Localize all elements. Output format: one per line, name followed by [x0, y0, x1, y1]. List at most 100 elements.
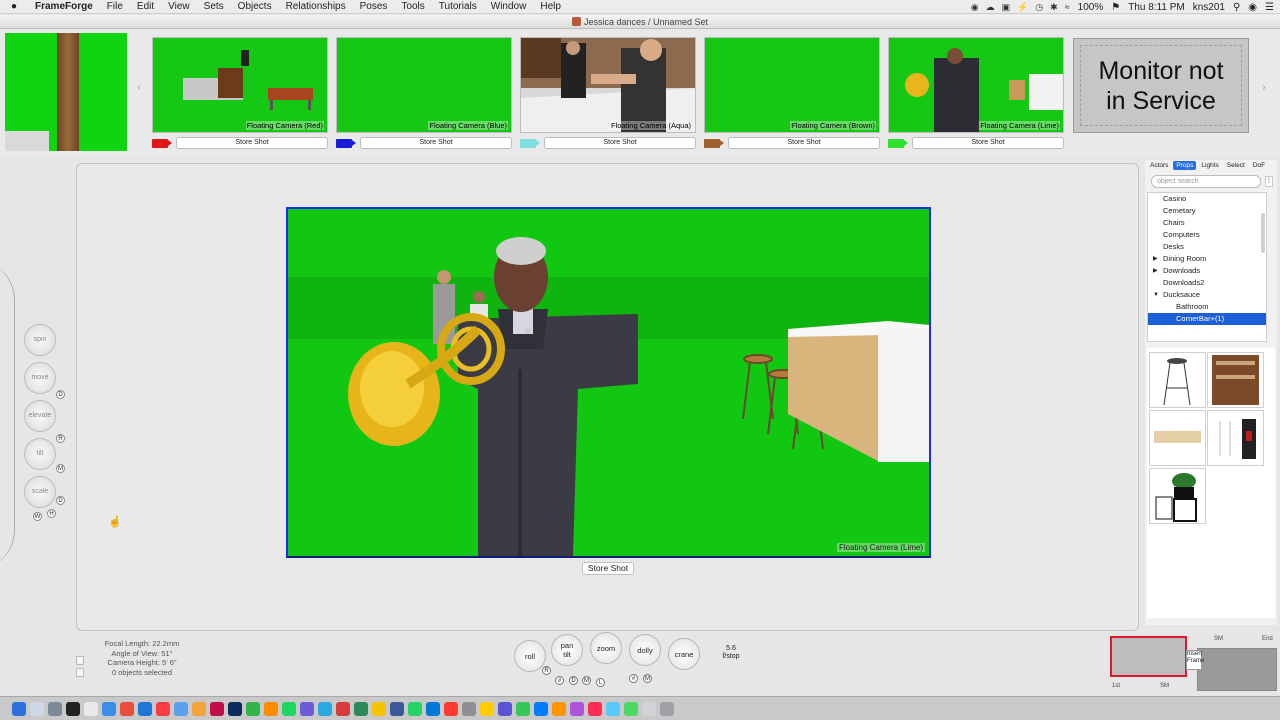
insert-frame-button[interactable]: Insert Frame [1186, 650, 1204, 670]
scale-dial[interactable]: scale [24, 476, 56, 508]
battery-percent[interactable]: 100% [1078, 2, 1104, 13]
tab-props[interactable]: Props [1173, 161, 1197, 170]
store-shot-button[interactable]: Store Shot [360, 137, 512, 149]
storyboard-frame-2[interactable] [1197, 648, 1277, 691]
scroll-left-icon[interactable]: ‹ [134, 82, 144, 96]
camera-color-blue-icon[interactable] [336, 139, 356, 148]
finder-icon[interactable] [12, 701, 26, 716]
app-icon[interactable] [174, 701, 188, 716]
disclosure-down-icon[interactable]: ▼ [1153, 289, 1159, 301]
app-icon[interactable] [606, 701, 620, 716]
store-shot-button[interactable]: Store Shot [728, 137, 880, 149]
app-icon[interactable] [498, 701, 512, 716]
menu-objects[interactable]: Objects [231, 1, 279, 12]
menu-file[interactable]: File [100, 1, 130, 12]
menu-window[interactable]: Window [484, 1, 534, 12]
move-d-toggle[interactable]: D [56, 390, 65, 399]
trash-icon[interactable] [660, 701, 674, 716]
prop-counter[interactable] [1149, 410, 1206, 466]
zoom-dial[interactable]: zoom [590, 632, 622, 664]
app-icon[interactable] [372, 701, 386, 716]
pan-hash-toggle[interactable]: # [555, 676, 564, 685]
tab-actors[interactable]: Actors [1147, 161, 1171, 170]
app-icon[interactable] [534, 701, 548, 716]
tree-item-dining-room[interactable]: ▶ Dining Room [1148, 253, 1266, 265]
camera-color-lime-icon[interactable] [888, 139, 908, 148]
roll-dial[interactable]: roll [514, 640, 546, 672]
app-icon[interactable] [192, 701, 206, 716]
app-icon[interactable] [336, 701, 350, 716]
display-icon[interactable]: ▣ [1002, 2, 1011, 13]
app-icon[interactable] [84, 701, 98, 716]
chrome-icon[interactable] [120, 701, 134, 716]
disclosure-right-icon[interactable]: ▶ [1153, 265, 1158, 277]
tree-item-desks[interactable]: Desks [1148, 241, 1266, 253]
app-icon[interactable] [588, 701, 602, 716]
store-shot-button[interactable]: Store Shot [176, 137, 328, 149]
crane-dial[interactable]: crane [668, 638, 700, 670]
frameforge-icon[interactable] [246, 701, 260, 716]
tree-item-ducksauce[interactable]: ▼ Ducksauce [1148, 289, 1266, 301]
menu-tools[interactable]: Tools [394, 1, 431, 12]
tree-scrollbar[interactable] [1261, 213, 1265, 253]
sm-top-label[interactable]: SM [1214, 636, 1223, 642]
app-icon[interactable] [102, 701, 116, 716]
store-shot-button[interactable]: Store Shot [544, 137, 696, 149]
user-name[interactable]: kns201 [1193, 2, 1225, 13]
flag-icon[interactable]: ⚑ [1111, 2, 1120, 13]
menu-help[interactable]: Help [533, 1, 568, 12]
cloud-icon[interactable]: ☁ [986, 2, 995, 13]
object-search-input[interactable]: object search [1151, 175, 1261, 188]
lightning-icon[interactable]: ⚡ [1017, 2, 1028, 13]
storyboard-frame-1[interactable] [1110, 636, 1187, 677]
app-icon[interactable] [318, 701, 332, 716]
app-icon[interactable] [300, 701, 314, 716]
store-shot-main-button[interactable]: Store Shot [582, 562, 634, 575]
roll-r-toggle[interactable]: R [542, 666, 551, 675]
menu-view[interactable]: View [161, 1, 197, 12]
pan-m-toggle[interactable]: M [582, 676, 591, 685]
app-icon[interactable] [516, 701, 530, 716]
camera-thumb-lime[interactable]: Floating Camera (Lime) [888, 37, 1064, 133]
premiere-icon[interactable] [210, 701, 224, 716]
search-options-icon[interactable]: ⋮ [1265, 176, 1273, 187]
pan-tilt-dial[interactable]: pan tilt [551, 634, 583, 666]
time-machine-icon[interactable]: ◷ [1035, 2, 1043, 13]
tilt-r-toggle[interactable]: R [56, 434, 65, 443]
music-icon[interactable] [156, 701, 170, 716]
scale-d-toggle[interactable]: D [56, 496, 65, 505]
scale-h-toggle[interactable]: H [47, 509, 56, 518]
app-icon[interactable] [354, 701, 368, 716]
menu-tutorials[interactable]: Tutorials [432, 1, 484, 12]
tree-item-cemetary[interactable]: Cemetary [1148, 205, 1266, 217]
scale-w-toggle[interactable]: W [33, 512, 42, 521]
end-label[interactable]: End [1262, 636, 1273, 642]
toggle-button-1[interactable] [76, 656, 84, 665]
tree-item-chairs[interactable]: Chairs [1148, 217, 1266, 229]
tree-item-bathroom[interactable]: Bathroom [1148, 301, 1266, 313]
downloads-stack-icon[interactable] [642, 701, 656, 716]
app-icon[interactable] [444, 701, 458, 716]
pan-d-toggle[interactable]: D [569, 676, 578, 685]
camera-thumb-aqua[interactable]: Floating Camera (Aqua) [520, 37, 696, 133]
safari-icon[interactable] [138, 701, 152, 716]
app-icon[interactable] [66, 701, 80, 716]
store-shot-button[interactable]: Store Shot [912, 137, 1064, 149]
app-icon[interactable] [390, 701, 404, 716]
camera-color-aqua-icon[interactable] [520, 139, 540, 148]
launchpad-icon[interactable] [30, 701, 44, 716]
record-icon[interactable]: ◉ [971, 2, 979, 13]
first-label[interactable]: 1st [1112, 683, 1120, 689]
camera-thumb-brown[interactable]: Floating Camera (Brown) [704, 37, 880, 133]
tree-item-cornerbar[interactable]: CornerBar+(1) [1148, 313, 1266, 325]
app-icon[interactable] [462, 701, 476, 716]
clock[interactable]: Thu 8:11 PM [1128, 2, 1185, 13]
prop-plant-stand[interactable] [1149, 468, 1206, 524]
disclosure-right-icon[interactable]: ▶ [1153, 253, 1158, 265]
dolly-hash-toggle[interactable]: # [629, 674, 638, 683]
prop-bar-stool[interactable] [1149, 352, 1206, 408]
menu-relationships[interactable]: Relationships [279, 1, 353, 12]
toggle-button-2[interactable] [76, 668, 84, 677]
spotify-icon[interactable] [282, 701, 296, 716]
tree-item-computers[interactable]: Computers [1148, 229, 1266, 241]
